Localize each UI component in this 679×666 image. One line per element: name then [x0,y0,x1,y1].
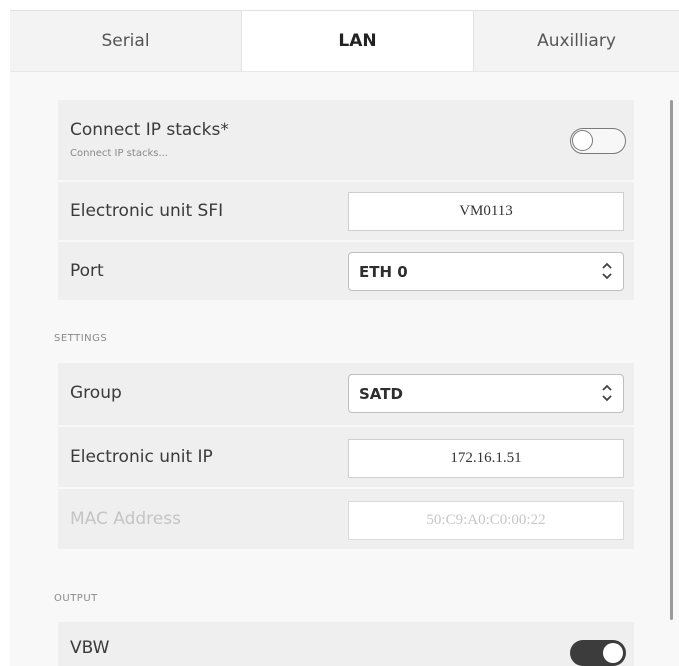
port-label: Port [70,261,104,281]
sfi-row: Electronic unit SFI VM0113 [58,180,634,240]
vbw-label: VBW [70,638,110,658]
mac-row: MAC Address 50:C9:A0:C0:00:22 [58,487,634,549]
output-section-title: OUTPUT [54,593,98,604]
toggle-knob [572,130,593,151]
port-row: Port ETH 0 [58,240,634,300]
toggle-knob [603,643,623,663]
settings-group: Group SATD Electronic unit IP 172.16.1.5… [58,363,634,549]
tab-auxilliary[interactable]: Auxilliary [474,11,679,71]
group-select[interactable]: SATD [348,374,624,413]
tab-bar: Serial LAN Auxilliary [10,10,679,72]
sfi-label: Electronic unit SFI [70,201,224,221]
vbw-row: VBW [58,622,634,666]
connect-ip-sublabel: Connect IP stacks... [70,148,168,159]
tab-serial[interactable]: Serial [10,11,242,71]
ip-row: Electronic unit IP 172.16.1.51 [58,425,634,487]
settings-section-title: SETTINGS [54,333,108,344]
connect-ip-toggle[interactable] [570,128,626,154]
port-select-value: ETH 0 [359,262,408,281]
connect-ip-row: Connect IP stacks* Connect IP stacks... [58,100,634,180]
connect-ip-label: Connect IP stacks* [70,120,229,140]
ip-label: Electronic unit IP [70,447,213,467]
chevron-updown-icon [602,384,612,402]
group-select-value: SATD [359,384,403,403]
sfi-input[interactable]: VM0113 [348,192,624,231]
group-label: Group [70,383,122,403]
chevron-updown-icon [602,262,612,280]
port-select[interactable]: ETH 0 [348,252,624,291]
mac-input: 50:C9:A0:C0:00:22 [348,501,624,540]
group-row: Group SATD [58,363,634,425]
vbw-toggle[interactable] [570,640,626,666]
scrollbar[interactable] [670,100,673,620]
output-group: VBW [58,622,634,666]
ip-input[interactable]: 172.16.1.51 [348,439,624,478]
tab-lan[interactable]: LAN [242,11,474,71]
mac-label: MAC Address [70,509,181,529]
connection-group: Connect IP stacks* Connect IP stacks... … [58,100,634,300]
